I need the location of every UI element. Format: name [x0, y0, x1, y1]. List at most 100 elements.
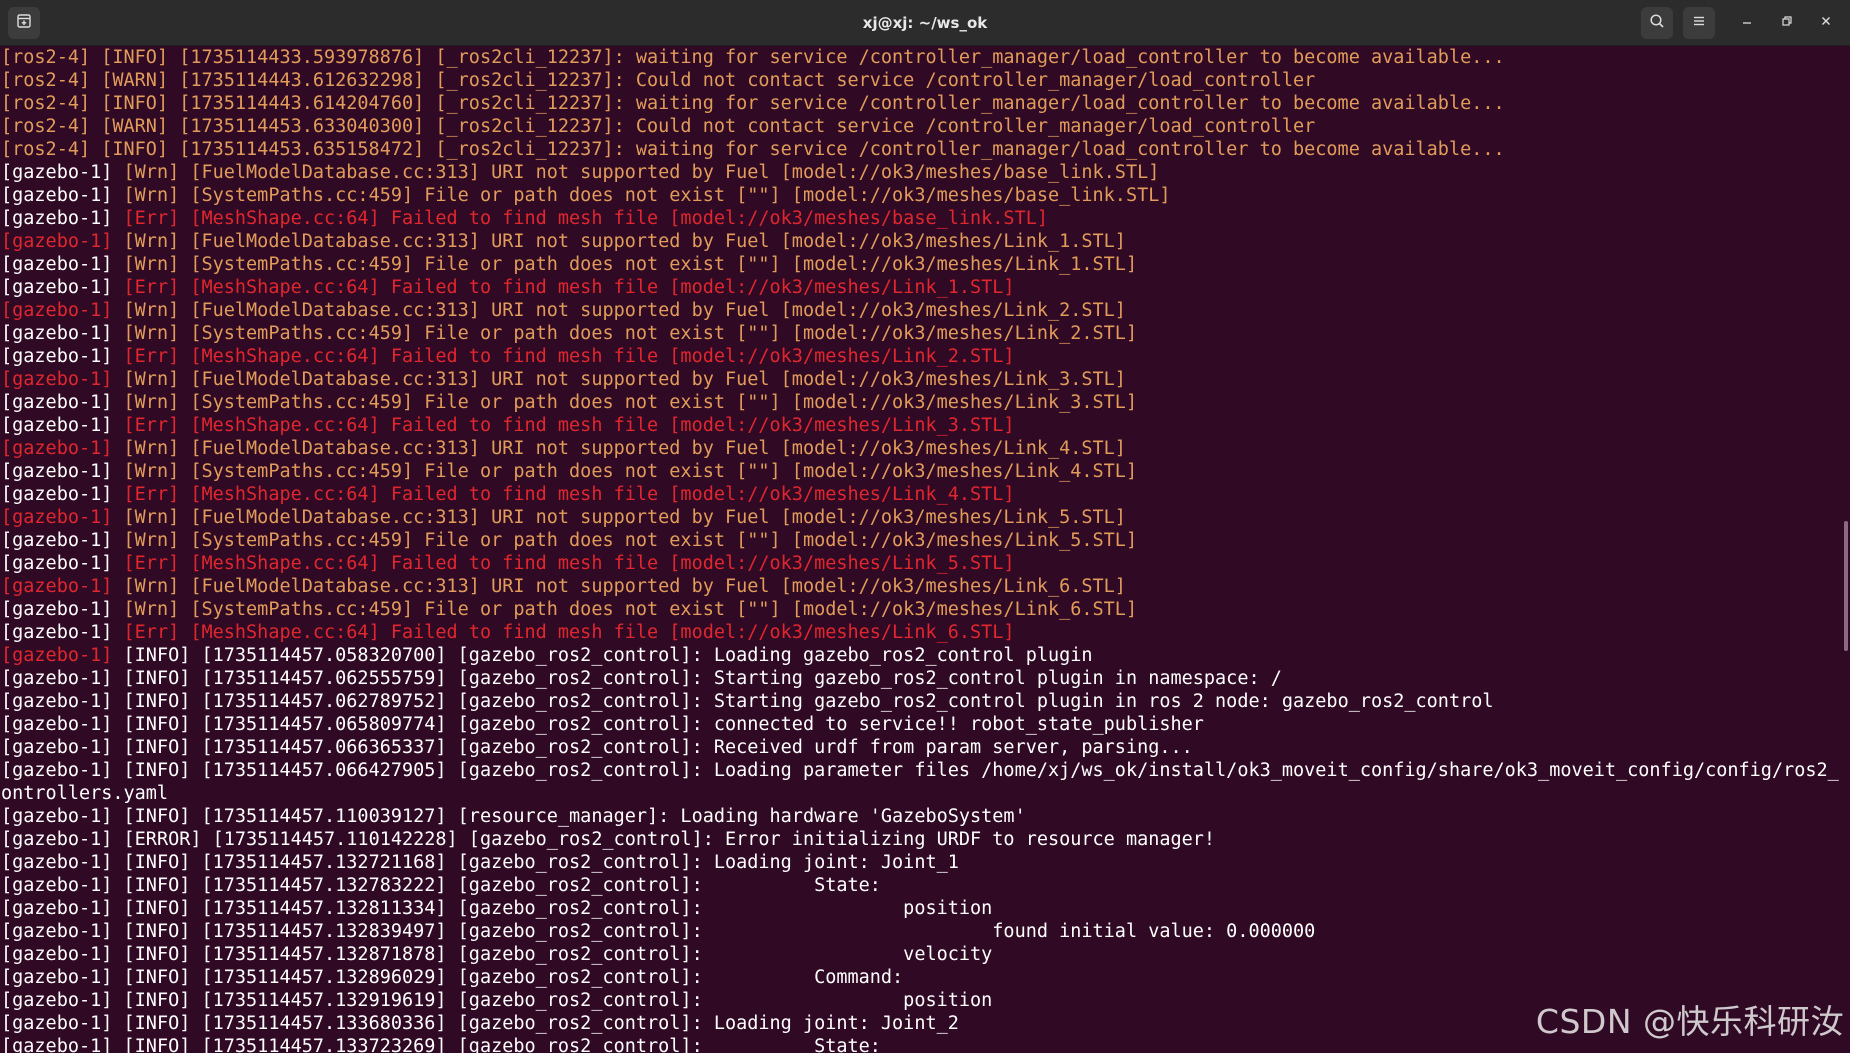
line-source-prefix: [gazebo-1]: [1, 967, 124, 988]
terminal-line: [gazebo-1] [Wrn] [SystemPaths.cc:459] Fi…: [0, 529, 1840, 552]
line-source-prefix: [gazebo-1]: [1, 300, 124, 321]
terminal-line: [gazebo-1] [Err] [MeshShape.cc:64] Faile…: [0, 414, 1840, 437]
scrollbar[interactable]: [1840, 46, 1850, 1053]
line-message: [INFO] [1735114453.635158472] [_ros2cli_…: [101, 139, 1505, 160]
new-tab-button[interactable]: [8, 7, 40, 39]
terminal-line: [gazebo-1] [Wrn] [FuelModelDatabase.cc:3…: [0, 368, 1840, 391]
line-source-prefix: [gazebo-1]: [1, 760, 124, 781]
search-button[interactable]: [1641, 7, 1673, 39]
line-source-prefix: [gazebo-1]: [1, 898, 124, 919]
terminal-line: [gazebo-1] [Wrn] [SystemPaths.cc:459] Fi…: [0, 253, 1840, 276]
line-message: [INFO] [1735114457.133723269] [gazebo_ro…: [123, 1036, 881, 1053]
line-message: [Err] [MeshShape.cc:64] Failed to find m…: [123, 553, 1015, 574]
terminal-line: [gazebo-1] [Err] [MeshShape.cc:64] Faile…: [0, 483, 1840, 506]
line-source-prefix: [gazebo-1]: [1, 806, 124, 827]
line-source-prefix: [ros2-4]: [1, 93, 102, 114]
line-source-prefix: [gazebo-1]: [1, 921, 124, 942]
line-message: [INFO] [1735114457.066365337] [gazebo_ro…: [123, 737, 1193, 758]
minimize-button[interactable]: [1733, 9, 1761, 37]
line-message: [INFO] [1735114457.066427905] [gazebo_ro…: [123, 760, 1840, 781]
terminal-line: [ros2-4] [INFO] [1735114453.635158472] […: [0, 138, 1840, 161]
line-message: [Wrn] [SystemPaths.cc:459] File or path …: [123, 461, 1138, 482]
line-source-prefix: [gazebo-1]: [1, 185, 124, 206]
terminal-window: xj@xj: ~/ws_ok [ros2-4] [INFO] [17351144…: [0, 0, 1850, 1053]
terminal-line: [gazebo-1] [Err] [MeshShape.cc:64] Faile…: [0, 552, 1840, 575]
restore-button[interactable]: [1773, 9, 1801, 37]
terminal-line: [gazebo-1] [Wrn] [FuelModelDatabase.cc:3…: [0, 437, 1840, 460]
line-message: [INFO] [1735114433.593978876] [_ros2cli_…: [101, 47, 1505, 68]
line-message: [INFO] [1735114443.614204760] [_ros2cli_…: [101, 93, 1505, 114]
line-message: [INFO] [1735114457.132839497] [gazebo_ro…: [123, 921, 1316, 942]
line-message: [Wrn] [SystemPaths.cc:459] File or path …: [123, 254, 1138, 275]
line-source-prefix: [ros2-4]: [1, 116, 102, 137]
line-source-prefix: [gazebo-1]: [1, 645, 124, 666]
terminal-line: [gazebo-1] [INFO] [1735114457.062789752]…: [0, 690, 1840, 713]
terminal-line: [gazebo-1] [Wrn] [FuelModelDatabase.cc:3…: [0, 161, 1840, 184]
line-source-prefix: [gazebo-1]: [1, 668, 124, 689]
terminal-line: [gazebo-1] [INFO] [1735114457.110039127]…: [0, 805, 1840, 828]
terminal-line: [gazebo-1] [Err] [MeshShape.cc:64] Faile…: [0, 207, 1840, 230]
minimize-icon: [1741, 14, 1753, 32]
line-source-prefix: [gazebo-1]: [1, 461, 124, 482]
line-message: [Wrn] [SystemPaths.cc:459] File or path …: [123, 185, 1171, 206]
line-message: [INFO] [1735114457.062555759] [gazebo_ro…: [123, 668, 1282, 689]
line-source-prefix: [ros2-4]: [1, 47, 102, 68]
scrollbar-thumb[interactable]: [1844, 521, 1848, 651]
line-message: [Wrn] [FuelModelDatabase.cc:313] URI not…: [123, 369, 1126, 390]
terminal-line: [gazebo-1] [INFO] [1735114457.132783222]…: [0, 874, 1840, 897]
terminal-line: [gazebo-1] [INFO] [1735114457.066427905]…: [0, 759, 1840, 782]
line-message: [INFO] [1735114457.110039127] [resource_…: [123, 806, 1026, 827]
terminal-line: [ros2-4] [INFO] [1735114433.593978876] […: [0, 46, 1840, 69]
terminal-line: [gazebo-1] [INFO] [1735114457.132839497]…: [0, 920, 1840, 943]
menu-button[interactable]: [1683, 7, 1715, 39]
line-source-prefix: [gazebo-1]: [1, 231, 124, 252]
terminal-output[interactable]: [ros2-4] [INFO] [1735114433.593978876] […: [0, 46, 1840, 1053]
line-source-prefix: [gazebo-1]: [1, 829, 124, 850]
line-source-prefix: [gazebo-1]: [1, 622, 124, 643]
close-button[interactable]: [1812, 9, 1840, 37]
terminal-line: [gazebo-1] [Err] [MeshShape.cc:64] Faile…: [0, 276, 1840, 299]
line-source-prefix: [gazebo-1]: [1, 507, 124, 528]
line-message: [INFO] [1735114457.132811334] [gazebo_ro…: [123, 898, 993, 919]
window-title: xj@xj: ~/ws_ok: [862, 14, 988, 32]
line-message: [Wrn] [FuelModelDatabase.cc:313] URI not…: [123, 162, 1160, 183]
line-message: [Wrn] [FuelModelDatabase.cc:313] URI not…: [123, 576, 1126, 597]
line-source-prefix: [gazebo-1]: [1, 530, 124, 551]
terminal-line: [gazebo-1] [INFO] [1735114457.065809774]…: [0, 713, 1840, 736]
terminal-line: [gazebo-1] [INFO] [1735114457.132871878]…: [0, 943, 1840, 966]
line-message: [Wrn] [FuelModelDatabase.cc:313] URI not…: [123, 438, 1126, 459]
line-source-prefix: [gazebo-1]: [1, 852, 124, 873]
new-tab-icon: [16, 13, 32, 34]
line-message: [WARN] [1735114453.633040300] [_ros2cli_…: [101, 116, 1316, 137]
line-source-prefix: [gazebo-1]: [1, 714, 124, 735]
terminal-line: [gazebo-1] [Wrn] [SystemPaths.cc:459] Fi…: [0, 184, 1840, 207]
hamburger-menu-icon: [1691, 13, 1707, 34]
terminal-line: [gazebo-1] [INFO] [1735114457.066365337]…: [0, 736, 1840, 759]
terminal-line: [gazebo-1] [Wrn] [SystemPaths.cc:459] Fi…: [0, 460, 1840, 483]
terminal-line: [gazebo-1] [Wrn] [FuelModelDatabase.cc:3…: [0, 230, 1840, 253]
line-source-prefix: [gazebo-1]: [1, 1013, 124, 1034]
line-message: [Wrn] [FuelModelDatabase.cc:313] URI not…: [123, 231, 1126, 252]
close-icon: [1820, 14, 1832, 32]
search-icon: [1649, 13, 1665, 34]
line-message: ontrollers.yaml: [1, 783, 169, 804]
line-message: [INFO] [1735114457.132896029] [gazebo_ro…: [123, 967, 904, 988]
terminal-line: [gazebo-1] [Wrn] [SystemPaths.cc:459] Fi…: [0, 598, 1840, 621]
terminal-line: ontrollers.yaml: [0, 782, 1840, 805]
line-source-prefix: [gazebo-1]: [1, 553, 124, 574]
line-message: [Wrn] [SystemPaths.cc:459] File or path …: [123, 392, 1138, 413]
line-source-prefix: [gazebo-1]: [1, 208, 124, 229]
line-message: [INFO] [1735114457.062789752] [gazebo_ro…: [123, 691, 1494, 712]
line-source-prefix: [gazebo-1]: [1, 346, 124, 367]
terminal-line: [gazebo-1] [INFO] [1735114457.132811334]…: [0, 897, 1840, 920]
terminal-line: [gazebo-1] [INFO] [1735114457.132896029]…: [0, 966, 1840, 989]
line-source-prefix: [gazebo-1]: [1, 691, 124, 712]
terminal-line: [gazebo-1] [Err] [MeshShape.cc:64] Faile…: [0, 345, 1840, 368]
terminal-line: [gazebo-1] [INFO] [1735114457.058320700]…: [0, 644, 1840, 667]
line-source-prefix: [gazebo-1]: [1, 254, 124, 275]
terminal-line: [gazebo-1] [Wrn] [FuelModelDatabase.cc:3…: [0, 299, 1840, 322]
line-source-prefix: [gazebo-1]: [1, 1036, 124, 1053]
line-message: [INFO] [1735114457.133680336] [gazebo_ro…: [123, 1013, 959, 1034]
line-message: [INFO] [1735114457.132919619] [gazebo_ro…: [123, 990, 993, 1011]
line-source-prefix: [gazebo-1]: [1, 944, 124, 965]
